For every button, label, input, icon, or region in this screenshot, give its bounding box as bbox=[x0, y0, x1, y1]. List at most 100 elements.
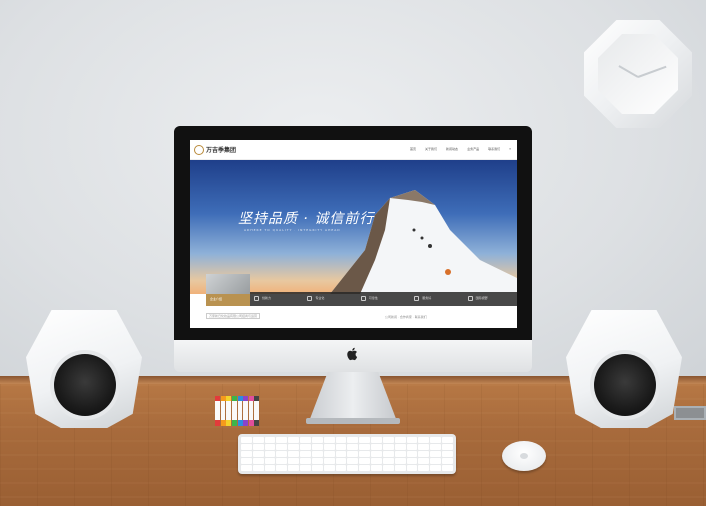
keyboard-key bbox=[335, 458, 347, 464]
keyboard-key bbox=[347, 437, 359, 443]
keyboard-key bbox=[382, 458, 394, 464]
keyboard-key bbox=[276, 437, 288, 443]
nav-item-contact[interactable]: 联系我们 bbox=[488, 147, 500, 151]
keyboard-key bbox=[394, 465, 406, 471]
marker-pen bbox=[215, 396, 220, 426]
keyboard-key bbox=[371, 444, 382, 450]
keyboard-key bbox=[252, 437, 264, 443]
keyboard-key bbox=[288, 451, 300, 457]
feature-icon bbox=[467, 296, 473, 301]
keyboard-key bbox=[430, 465, 442, 471]
keyboard-key bbox=[359, 465, 371, 471]
marker-pen bbox=[226, 396, 231, 426]
keyboard-key bbox=[311, 444, 323, 450]
keyboard-key bbox=[241, 444, 252, 450]
keyboard-key bbox=[430, 458, 442, 464]
keyboard-key bbox=[252, 451, 264, 457]
keyboard-key bbox=[335, 465, 347, 471]
imac-stand-base bbox=[306, 418, 400, 424]
keyboard-key bbox=[311, 465, 323, 471]
feature-bar: 创新力 专业化 可靠性 服务好 国际视野 bbox=[250, 292, 517, 306]
nav-item-products[interactable]: 业务产品 bbox=[467, 147, 479, 151]
keyboard-key bbox=[276, 451, 288, 457]
apple-logo-icon bbox=[347, 347, 358, 361]
keyboard-key bbox=[300, 444, 311, 450]
feature-item[interactable]: 专业化 bbox=[303, 292, 356, 306]
keyboard-key bbox=[311, 458, 323, 464]
imac: 万吉季集团 首页 关于我们 新闻动态 业务产品 联系我们 Ξ 坚持品质 · 诚信… bbox=[174, 126, 532, 372]
feature-icon bbox=[307, 296, 313, 301]
keyboard-key bbox=[406, 458, 418, 464]
speaker-cone bbox=[54, 354, 116, 416]
keyboard-key bbox=[347, 465, 359, 471]
menu-icon[interactable]: Ξ bbox=[509, 147, 511, 151]
keyboard-key bbox=[418, 458, 430, 464]
keyboard-key bbox=[311, 451, 323, 457]
keyboard-key bbox=[288, 465, 300, 471]
keyboard-key bbox=[323, 465, 335, 471]
keyboard-key bbox=[442, 465, 453, 471]
marker-pens bbox=[215, 396, 259, 426]
feature-item[interactable]: 国际视野 bbox=[464, 292, 517, 306]
keyboard-key bbox=[394, 437, 406, 443]
keyboard-key bbox=[252, 465, 264, 471]
keyboard-key bbox=[382, 451, 394, 457]
site-logo-text[interactable]: 万吉季集团 bbox=[206, 145, 236, 154]
feature-icon bbox=[254, 296, 259, 301]
keyboard-key bbox=[442, 451, 453, 457]
search-input[interactable]: 万家新日化妆品有限公司招商与运营 bbox=[206, 313, 260, 319]
logo-icon[interactable] bbox=[194, 145, 204, 155]
main-nav: 首页 关于我们 新闻动态 业务产品 联系我们 Ξ bbox=[410, 147, 511, 151]
website-screen: 万吉季集团 首页 关于我们 新闻动态 业务产品 联系我们 Ξ 坚持品质 · 诚信… bbox=[190, 140, 517, 328]
keyboard-key bbox=[323, 444, 335, 450]
keyboard-key bbox=[442, 437, 453, 443]
keyboard-key bbox=[276, 465, 288, 471]
keyboard-key bbox=[382, 465, 394, 471]
keyboard-key bbox=[288, 437, 300, 443]
keyboard-key bbox=[288, 444, 300, 450]
wall-clock bbox=[584, 20, 692, 128]
keyboard-key bbox=[264, 444, 276, 450]
marker-pen bbox=[243, 396, 248, 426]
feature-icon bbox=[414, 296, 420, 301]
speaker-right bbox=[566, 310, 682, 428]
keyboard-key bbox=[347, 458, 359, 464]
nav-item-home[interactable]: 首页 bbox=[410, 147, 416, 151]
keyboard-key bbox=[241, 437, 252, 443]
news-links[interactable]: 公司新闻 · 合作商家 · 联系我们 bbox=[385, 315, 427, 319]
keyboard-key bbox=[241, 465, 252, 471]
nav-item-about[interactable]: 关于我们 bbox=[425, 147, 437, 151]
feature-item[interactable]: 服务好 bbox=[410, 292, 463, 306]
desk-socket bbox=[674, 406, 706, 420]
speaker-left bbox=[26, 310, 142, 428]
keyboard-key bbox=[430, 451, 442, 457]
keyboard-key bbox=[264, 465, 276, 471]
keyboard-key bbox=[371, 451, 382, 457]
keyboard-key bbox=[442, 444, 453, 450]
keyboard-key bbox=[300, 451, 311, 457]
keyboard-key bbox=[406, 451, 418, 457]
keyboard-key bbox=[264, 451, 276, 457]
marker-pen bbox=[248, 396, 254, 426]
keyboard-key bbox=[264, 458, 276, 464]
site-header: 万吉季集团 首页 关于我们 新闻动态 业务产品 联系我们 Ξ bbox=[190, 140, 517, 160]
keyboard-key bbox=[418, 451, 430, 457]
keyboard-key bbox=[371, 465, 382, 471]
keyboard-key bbox=[418, 465, 430, 471]
keyboard-key bbox=[252, 444, 264, 450]
thumbnail-label[interactable]: 企业介绍 bbox=[206, 294, 250, 306]
keyboard-key bbox=[311, 437, 323, 443]
feature-item[interactable]: 可靠性 bbox=[357, 292, 410, 306]
speaker-cone bbox=[594, 354, 656, 416]
keyboard-key bbox=[300, 437, 311, 443]
keyboard-key bbox=[382, 437, 394, 443]
nav-item-news[interactable]: 新闻动态 bbox=[446, 147, 458, 151]
keyboard-key bbox=[406, 444, 418, 450]
keyboard-key bbox=[371, 458, 382, 464]
keyboard-key bbox=[323, 451, 335, 457]
feature-item[interactable]: 创新力 bbox=[250, 292, 303, 306]
keyboard-key bbox=[323, 458, 335, 464]
keyboard-key bbox=[241, 451, 252, 457]
keyboard-key bbox=[359, 458, 371, 464]
keyboard-key bbox=[359, 437, 371, 443]
